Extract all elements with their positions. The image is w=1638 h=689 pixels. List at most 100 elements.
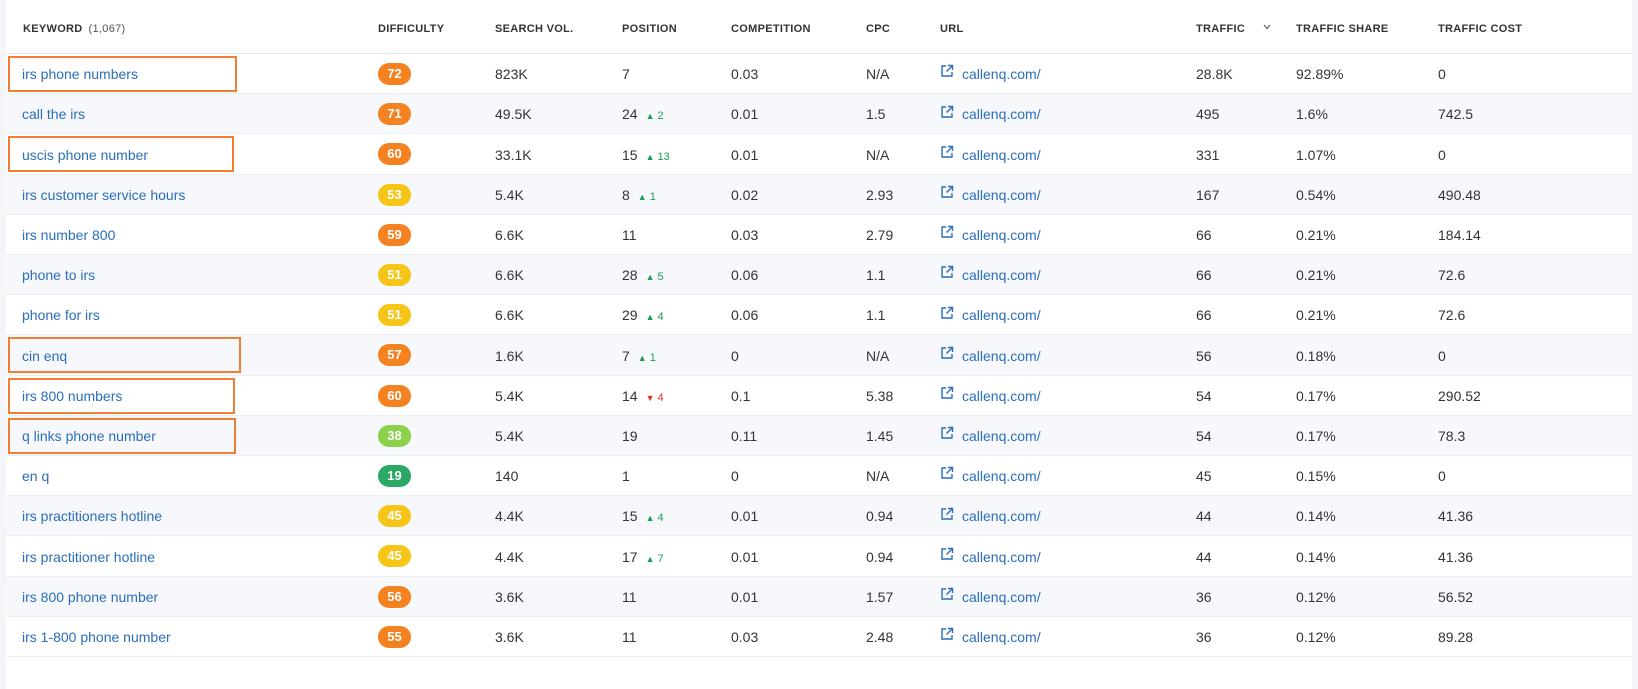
- traffic-share: 0.15%: [1296, 468, 1336, 485]
- keyword-link[interactable]: cin enq: [22, 335, 67, 377]
- col-header-difficulty[interactable]: DIFFICULTY: [378, 23, 444, 35]
- url-link[interactable]: callenq.com/: [962, 589, 1041, 605]
- difficulty-badge: 71: [378, 103, 411, 126]
- external-link-icon[interactable]: [940, 374, 954, 416]
- url-cell[interactable]: callenq.com/: [940, 576, 1041, 618]
- keyword-link[interactable]: irs practitioners hotline: [22, 495, 162, 537]
- arrow-up-icon: ▲: [645, 272, 655, 283]
- col-header-cpc[interactable]: CPC: [866, 23, 890, 35]
- external-link-icon[interactable]: [940, 535, 954, 577]
- position-cell: 11: [622, 576, 637, 618]
- url-cell[interactable]: callenq.com/: [940, 335, 1041, 377]
- keyword-link[interactable]: uscis phone number: [22, 134, 148, 176]
- competition: 0.03: [731, 226, 759, 243]
- position-change: ▲ 13: [646, 151, 670, 163]
- url-link[interactable]: callenq.com/: [962, 629, 1041, 645]
- keyword-link[interactable]: irs 1-800 phone number: [22, 616, 171, 658]
- cpc: 0.94: [866, 548, 894, 565]
- col-header-keyword[interactable]: KEYWORD (1,067): [23, 23, 126, 35]
- traffic-share: 0.14%: [1296, 548, 1336, 565]
- external-link-icon[interactable]: [940, 454, 954, 496]
- keyword-link[interactable]: irs phone numbers: [22, 53, 138, 95]
- url-link[interactable]: callenq.com/: [962, 66, 1041, 82]
- url-link[interactable]: callenq.com/: [962, 508, 1041, 524]
- keyword-link[interactable]: call the irs: [22, 93, 85, 135]
- cpc: 1.1: [866, 307, 886, 324]
- competition: 0: [731, 468, 739, 485]
- url-link[interactable]: callenq.com/: [962, 428, 1041, 444]
- cpc: 2.48: [866, 628, 894, 645]
- url-link[interactable]: callenq.com/: [962, 307, 1041, 323]
- external-link-icon[interactable]: [940, 575, 954, 617]
- url-link[interactable]: callenq.com/: [962, 147, 1041, 163]
- external-link-icon[interactable]: [940, 253, 954, 295]
- url-cell[interactable]: callenq.com/: [940, 415, 1041, 457]
- difficulty-badge: 19: [378, 465, 411, 488]
- cpc: 2.79: [866, 226, 894, 243]
- url-link[interactable]: callenq.com/: [962, 388, 1041, 404]
- cpc: N/A: [866, 468, 890, 485]
- position-cell: 1: [622, 455, 630, 497]
- keyword-link[interactable]: irs 800 phone number: [22, 576, 158, 618]
- keyword-link[interactable]: irs practitioner hotline: [22, 536, 155, 578]
- competition: 0.1: [731, 387, 751, 404]
- external-link-icon[interactable]: [940, 133, 954, 175]
- url-cell[interactable]: callenq.com/: [940, 455, 1041, 497]
- col-header-traffic[interactable]: TRAFFIC: [1196, 23, 1271, 35]
- url-link[interactable]: callenq.com/: [962, 227, 1041, 243]
- traffic: 44: [1196, 508, 1212, 525]
- url-link[interactable]: callenq.com/: [962, 267, 1041, 283]
- url-cell[interactable]: callenq.com/: [940, 254, 1041, 296]
- url-cell[interactable]: callenq.com/: [940, 134, 1041, 176]
- url-cell[interactable]: callenq.com/: [940, 375, 1041, 417]
- external-link-icon[interactable]: [940, 495, 954, 537]
- traffic-cost: 41.36: [1438, 548, 1474, 565]
- url-link[interactable]: callenq.com/: [962, 106, 1041, 122]
- competition: 0.01: [731, 588, 759, 605]
- url-cell[interactable]: callenq.com/: [940, 93, 1041, 135]
- external-link-icon[interactable]: [940, 615, 954, 657]
- cpc: 1.5: [866, 106, 886, 123]
- chevron-down-icon[interactable]: [1263, 24, 1271, 30]
- traffic-share: 0.12%: [1296, 588, 1336, 605]
- external-link-icon[interactable]: [940, 213, 954, 255]
- competition: 0.02: [731, 186, 759, 203]
- keyword-link[interactable]: irs customer service hours: [22, 174, 185, 216]
- search-volume: 1.6K: [495, 347, 524, 364]
- external-link-icon[interactable]: [940, 52, 954, 94]
- url-cell[interactable]: callenq.com/: [940, 616, 1041, 658]
- traffic-cost: 490.48: [1438, 186, 1481, 203]
- url-cell[interactable]: callenq.com/: [940, 495, 1041, 537]
- external-link-icon[interactable]: [940, 414, 954, 456]
- url-cell[interactable]: callenq.com/: [940, 214, 1041, 256]
- external-link-icon[interactable]: [940, 173, 954, 215]
- arrow-up-icon: ▲: [645, 513, 655, 524]
- position-cell: 7 ▲ 1: [622, 335, 656, 377]
- col-header-url[interactable]: URL: [940, 23, 964, 35]
- url-link[interactable]: callenq.com/: [962, 468, 1041, 484]
- url-cell[interactable]: callenq.com/: [940, 294, 1041, 336]
- position-change: ▲ 4: [646, 512, 664, 524]
- url-cell[interactable]: callenq.com/: [940, 174, 1041, 216]
- keyword-link[interactable]: irs number 800: [22, 214, 115, 256]
- col-header-competition[interactable]: COMPETITION: [731, 23, 811, 35]
- url-link[interactable]: callenq.com/: [962, 549, 1041, 565]
- col-header-search-vol[interactable]: SEARCH VOL.: [495, 23, 573, 35]
- traffic-cost: 0: [1438, 66, 1446, 83]
- col-header-position[interactable]: POSITION: [622, 23, 677, 35]
- keyword-link[interactable]: phone to irs: [22, 254, 95, 296]
- external-link-icon[interactable]: [940, 294, 954, 336]
- col-header-traffic-cost[interactable]: TRAFFIC COST: [1438, 23, 1522, 35]
- external-link-icon[interactable]: [940, 334, 954, 376]
- keyword-link[interactable]: en q: [22, 455, 49, 497]
- url-link[interactable]: callenq.com/: [962, 348, 1041, 364]
- external-link-icon[interactable]: [940, 93, 954, 135]
- keyword-link[interactable]: irs 800 numbers: [22, 375, 122, 417]
- url-cell[interactable]: callenq.com/: [940, 53, 1041, 95]
- search-volume: 5.4K: [495, 186, 524, 203]
- url-link[interactable]: callenq.com/: [962, 187, 1041, 203]
- url-cell[interactable]: callenq.com/: [940, 536, 1041, 578]
- keyword-link[interactable]: phone for irs: [22, 294, 100, 336]
- keyword-link[interactable]: q links phone number: [22, 415, 156, 457]
- col-header-traffic-share[interactable]: TRAFFIC SHARE: [1296, 23, 1389, 35]
